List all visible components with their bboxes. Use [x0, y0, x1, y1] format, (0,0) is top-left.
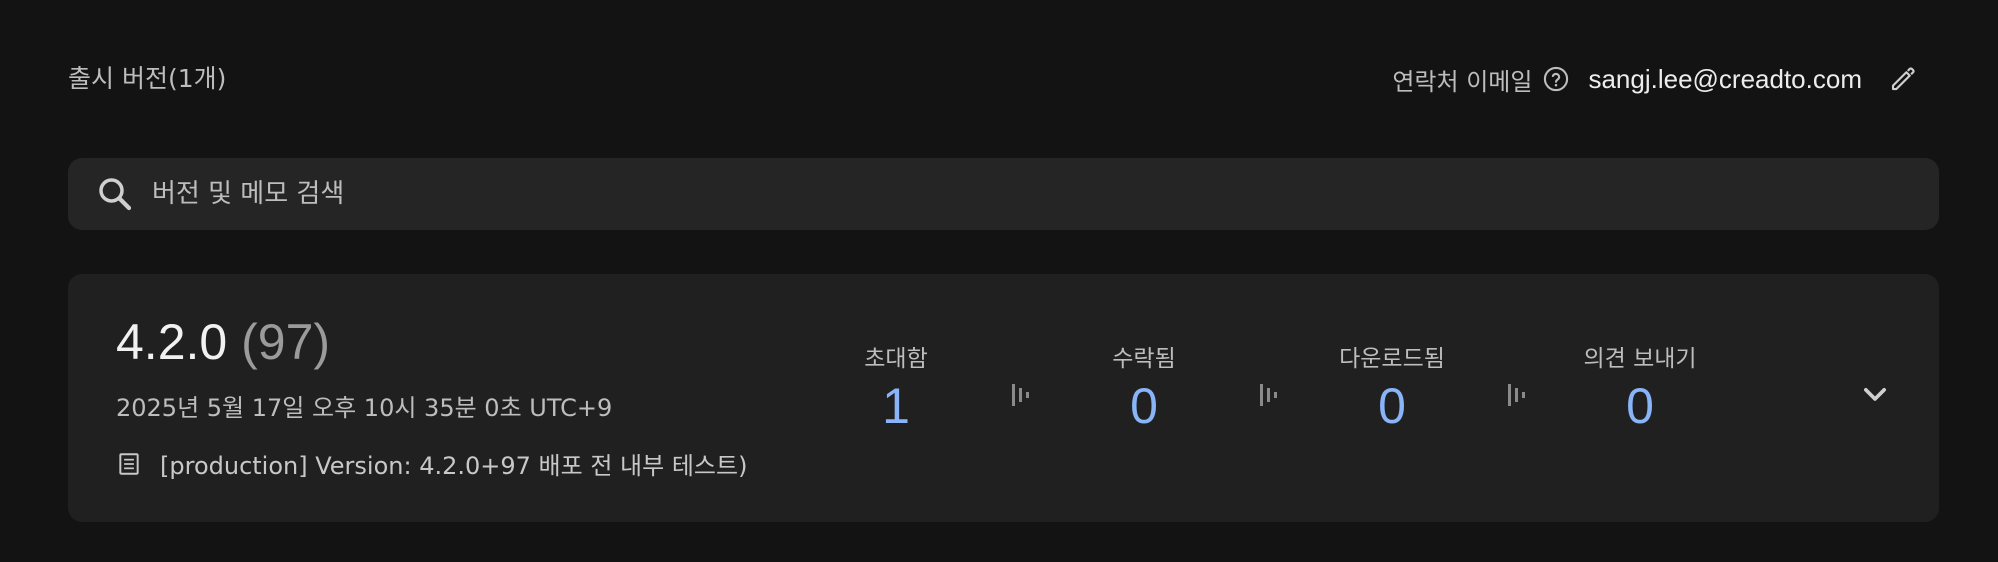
search-input[interactable] — [150, 163, 1939, 225]
funnel-step-icon — [1010, 382, 1032, 408]
app-page: 출시 버전(1개) 연락처 이메일 sangj.lee@creadto.com — [0, 0, 1998, 562]
stat-accepted: 수락됨 0 — [1054, 344, 1234, 436]
search-bar[interactable] — [68, 158, 1939, 230]
stat-value: 0 — [1626, 378, 1654, 434]
version-number: 4.2.0 — [116, 314, 228, 370]
search-icon — [94, 173, 136, 215]
stat-value: 0 — [1378, 378, 1406, 434]
page-title: 출시 버전(1개) — [68, 64, 227, 93]
chevron-down-icon[interactable] — [1855, 374, 1895, 414]
help-circle-icon[interactable] — [1542, 65, 1570, 93]
stat-downloaded: 다운로드됨 0 — [1302, 344, 1482, 436]
release-date: 2025년 5월 17일 오후 10시 35분 0초 UTC+9 — [116, 394, 613, 422]
stat-invited: 초대함 1 — [806, 344, 986, 436]
stat-value: 1 — [882, 378, 910, 434]
contact-email-value: sangj.lee@creadto.com — [1588, 63, 1862, 94]
contact-email-label: 연락처 이메일 — [1392, 67, 1533, 96]
stat-label: 의견 보내기 — [1583, 346, 1697, 372]
contact-email-section: 연락처 이메일 sangj.lee@creadto.com — [1392, 60, 1918, 98]
stat-feedback: 의견 보내기 0 — [1550, 344, 1730, 436]
pencil-icon[interactable] — [1888, 64, 1918, 94]
stat-label: 수락됨 — [1112, 346, 1176, 372]
stat-value: 0 — [1130, 378, 1158, 434]
version-build: (97) — [241, 314, 331, 370]
release-note: [production] Version: 4.2.0+97 배포 전 내부 테… — [116, 446, 747, 481]
stat-label: 초대함 — [864, 346, 928, 372]
stat-label: 다운로드됨 — [1339, 346, 1445, 372]
funnel-step-icon — [1506, 382, 1528, 408]
release-note-text: [production] Version: 4.2.0+97 배포 전 내부 테… — [160, 452, 748, 480]
release-version: 4.2.0 (97) — [116, 310, 330, 374]
release-card: 4.2.0 (97) 2025년 5월 17일 오후 10시 35분 0초 UT… — [68, 274, 1939, 522]
funnel-step-icon — [1258, 382, 1280, 408]
notes-icon — [116, 451, 142, 477]
